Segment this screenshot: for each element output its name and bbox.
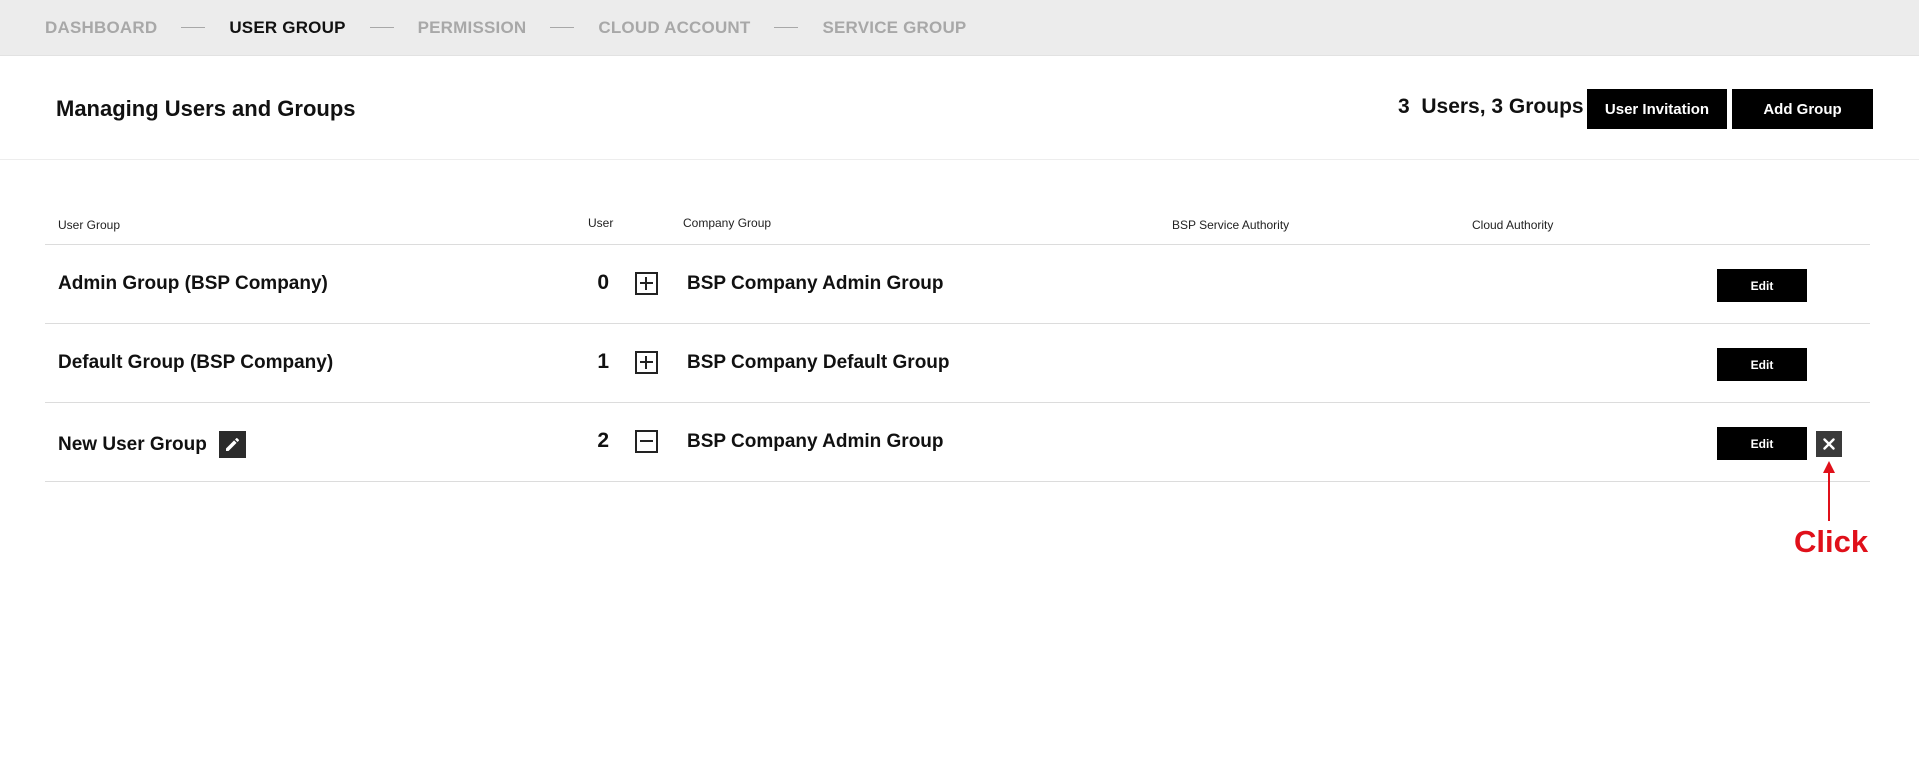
add-group-button[interactable]: Add Group bbox=[1732, 89, 1873, 129]
table-row: Default Group (BSP Company) 1 BSP Compan… bbox=[45, 324, 1870, 403]
edit-button[interactable]: Edit bbox=[1717, 348, 1807, 381]
expand-plus-icon[interactable] bbox=[635, 272, 658, 295]
annotation-arrow-icon bbox=[1823, 461, 1835, 521]
group-name-text: Admin Group (BSP Company) bbox=[58, 273, 328, 294]
delete-group-button[interactable] bbox=[1816, 431, 1842, 457]
company-group: BSP Company Admin Group bbox=[687, 273, 944, 294]
pencil-glyph bbox=[225, 437, 239, 451]
user-count: 2 bbox=[597, 429, 609, 452]
column-company-group: Company Group bbox=[683, 216, 772, 230]
group-name: New User Group bbox=[58, 431, 246, 458]
step-navigation: DASHBOARD USER GROUP PERMISSION CLOUD AC… bbox=[0, 0, 1919, 56]
step-separator bbox=[181, 27, 206, 28]
column-cloud-authority: Cloud Authority bbox=[1472, 218, 1554, 232]
table-row: New User Group 2 BSP Company Admin Group… bbox=[45, 403, 1870, 482]
company-group: BSP Company Default Group bbox=[687, 352, 950, 373]
page-title: Managing Users and Groups bbox=[56, 96, 356, 121]
step-separator bbox=[369, 27, 394, 28]
group-name-text: Default Group (BSP Company) bbox=[58, 352, 334, 373]
group-name: Admin Group (BSP Company) bbox=[58, 273, 328, 295]
edit-button[interactable]: Edit bbox=[1717, 427, 1807, 460]
pencil-icon[interactable] bbox=[218, 431, 246, 458]
step-service-group[interactable]: SERVICE GROUP bbox=[822, 18, 966, 38]
table-header: User Group User Company Group BSP Servic… bbox=[45, 205, 1870, 245]
user-count: 0 bbox=[597, 271, 609, 294]
step-dashboard[interactable]: DASHBOARD bbox=[45, 18, 157, 38]
step-user-group[interactable]: USER GROUP bbox=[229, 18, 345, 38]
user-count: 1 bbox=[597, 350, 609, 373]
edit-button[interactable]: Edit bbox=[1717, 269, 1807, 302]
close-icon bbox=[1823, 438, 1835, 450]
step-permission[interactable]: PERMISSION bbox=[418, 18, 527, 38]
collapse-minus-icon[interactable] bbox=[635, 430, 658, 453]
step-separator bbox=[774, 27, 799, 28]
page-header: Managing Users and Groups 3 Users, 3 Gro… bbox=[0, 56, 1919, 160]
table-row: Admin Group (BSP Company) 0 BSP Company … bbox=[45, 245, 1870, 324]
user-invitation-button[interactable]: User Invitation bbox=[1587, 89, 1727, 129]
column-bsp-service-authority: BSP Service Authority bbox=[1172, 218, 1290, 232]
column-user: User bbox=[588, 216, 614, 230]
user-group-summary: 3 Users, 3 Groups bbox=[1398, 95, 1584, 118]
annotation-click-label: Click bbox=[1794, 524, 1869, 559]
step-separator bbox=[550, 27, 575, 28]
expand-plus-icon[interactable] bbox=[635, 351, 658, 374]
company-group: BSP Company Admin Group bbox=[687, 431, 944, 452]
user-group-table: User Group User Company Group BSP Servic… bbox=[45, 205, 1870, 482]
group-name-text: New User Group bbox=[58, 433, 207, 455]
group-name: Default Group (BSP Company) bbox=[58, 352, 333, 374]
column-user-group: User Group bbox=[58, 218, 121, 232]
step-cloud-account[interactable]: CLOUD ACCOUNT bbox=[598, 18, 750, 38]
